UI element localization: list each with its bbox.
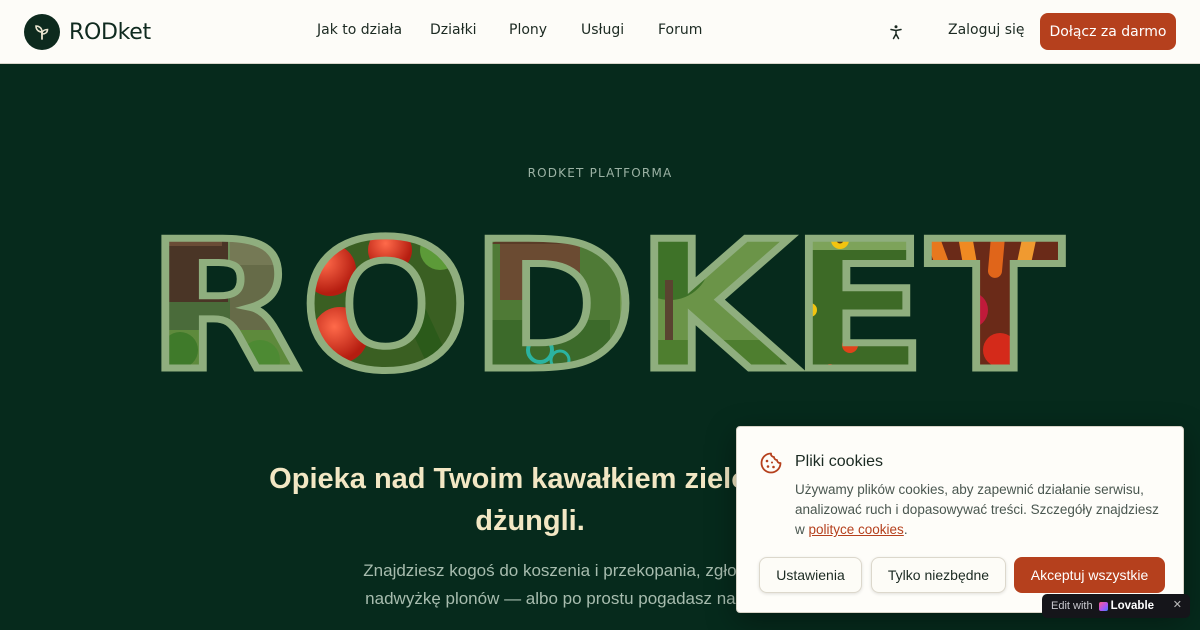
logo-link[interactable]: RODket: [24, 14, 151, 50]
sprout-icon: [24, 14, 60, 50]
cookie-icon: [759, 451, 783, 475]
cookie-accept-all-button[interactable]: Akceptuj wszystkie: [1014, 557, 1165, 593]
hero-photo-wordmark: RODKET: [144, 210, 1067, 390]
nav-link-dzialki[interactable]: Działki: [430, 22, 477, 38]
svg-text:RODKET: RODKET: [147, 210, 1063, 390]
edit-with-lovable-badge[interactable]: Edit with Lovable ✕: [1042, 594, 1190, 618]
logo-text: RODket: [69, 19, 151, 45]
cookie-title: Pliki cookies: [795, 453, 884, 470]
cookie-consent-panel: Pliki cookies Używamy plików cookies, ab…: [736, 426, 1184, 613]
nav-link-forum[interactable]: Forum: [658, 22, 702, 38]
cookie-necessary-only-button[interactable]: Tylko niezbędne: [871, 557, 1006, 593]
accessibility-icon[interactable]: [884, 20, 908, 44]
nav-link-plony[interactable]: Plony: [509, 22, 547, 38]
close-icon[interactable]: ✕: [1173, 598, 1182, 611]
nav-link-jak-to-dziala[interactable]: Jak to działa: [317, 22, 402, 38]
lovable-brand: Lovable: [1110, 600, 1155, 612]
nav-link-uslugi[interactable]: Usługi: [581, 22, 624, 38]
cookie-description: Używamy plików cookies, aby zapewnić dzi…: [795, 480, 1171, 540]
lovable-heart-icon: [1098, 601, 1108, 611]
cookie-policy-link[interactable]: polityce cookies: [809, 522, 904, 537]
site-header: RODket Jak to działa Działki Plony Usług…: [0, 0, 1200, 64]
lovable-edit-label: Edit with: [1051, 600, 1093, 612]
hero-eyebrow: RODKET PLATFORMA: [527, 166, 673, 180]
login-link[interactable]: Zaloguj się: [948, 22, 1025, 38]
cookie-settings-button[interactable]: Ustawienia: [759, 557, 862, 593]
join-free-button[interactable]: Dołącz za darmo: [1040, 13, 1176, 50]
cookie-text-after: .: [903, 522, 908, 537]
